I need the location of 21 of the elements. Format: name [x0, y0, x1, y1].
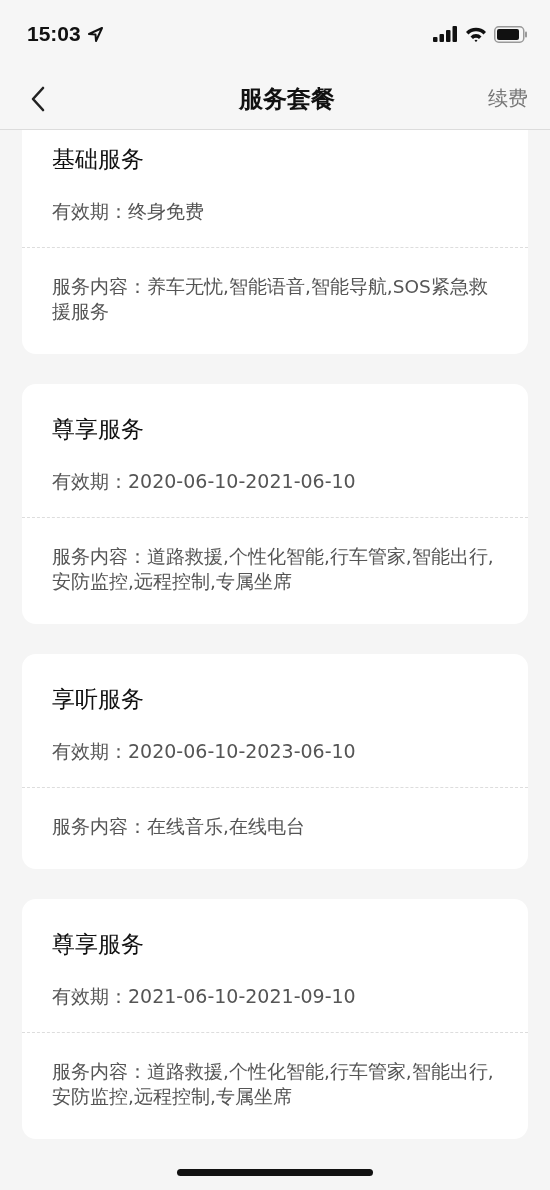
- renew-button[interactable]: 续费: [488, 85, 528, 112]
- validity-text: 有效期：2020-06-10-2023-06-10: [22, 738, 528, 788]
- service-content-text: 服务内容：养车无忧,智能语音,智能导航,SOS紧急救援服务: [51, 275, 489, 324]
- wifi-icon: [465, 26, 487, 42]
- location-arrow-icon: [86, 25, 104, 43]
- validity-text: 有效期：2021-06-10-2021-09-10: [22, 983, 528, 1033]
- package-name: 尊享服务: [51, 930, 145, 959]
- validity-text: 有效期：2020-06-10-2021-06-10: [22, 468, 528, 518]
- package-name: 尊享服务: [51, 415, 145, 444]
- page-title: 服务套餐: [239, 83, 335, 115]
- validity-text: 有效期：终身免费: [22, 198, 528, 248]
- signal-icon: [433, 26, 458, 42]
- back-button[interactable]: [30, 85, 46, 112]
- status-time: 15:03: [27, 22, 81, 46]
- battery-icon: [494, 25, 528, 43]
- package-name: 享听服务: [51, 685, 145, 714]
- back-chevron-icon: [30, 85, 46, 112]
- service-content-text: 服务内容：道路救援,个性化智能,行车管家,智能出行,安防监控,远程控制,专属坐席: [51, 545, 495, 594]
- service-content-text: 服务内容：道路救援,个性化智能,行车管家,智能出行,安防监控,远程控制,专属坐席: [51, 1060, 495, 1109]
- package-name: 基础服务: [51, 145, 145, 174]
- service-content-text: 服务内容：在线音乐,在线电台: [51, 815, 306, 839]
